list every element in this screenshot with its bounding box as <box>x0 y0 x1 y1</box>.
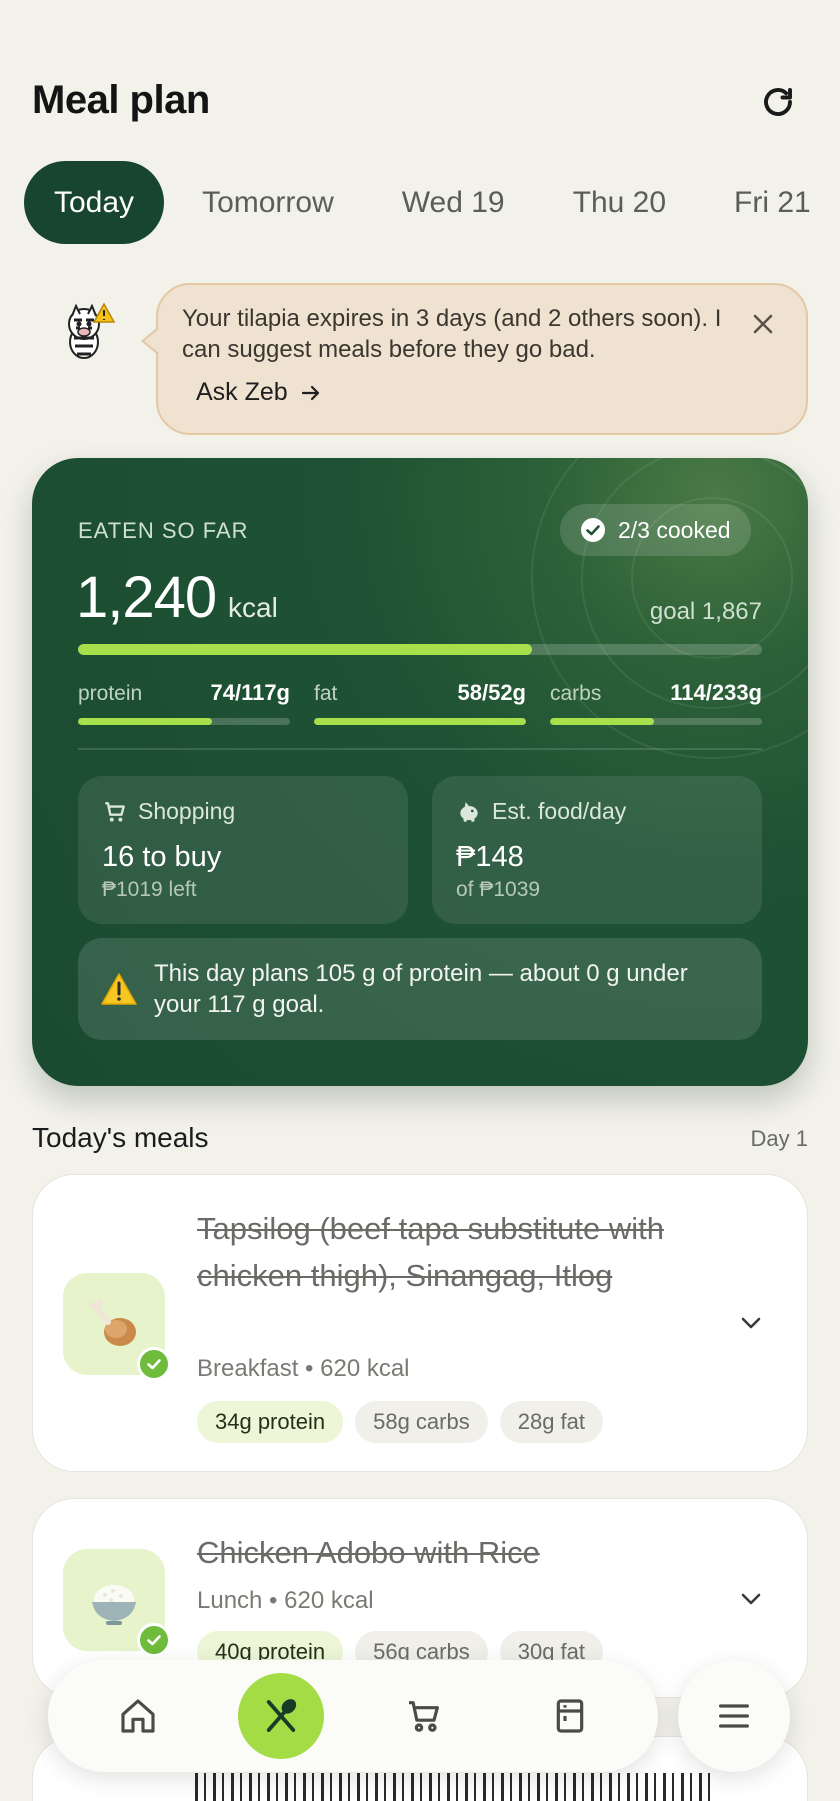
zebra-mascot-icon <box>54 298 126 370</box>
chicken-leg-icon <box>90 1299 136 1346</box>
day-tabs: Today Tomorrow Wed 19 Thu 20 Fri 21 <box>24 161 840 244</box>
alert-close-button[interactable] <box>746 307 780 341</box>
macro-name: protein <box>78 682 143 705</box>
protein-warning: This day plans 105 g of protein — about … <box>78 938 762 1040</box>
food-per-day-budget: of ₱1039 <box>456 878 541 901</box>
kcal-progress-fill <box>78 644 533 655</box>
ask-zeb-button[interactable]: Ask Zeb <box>196 378 726 407</box>
macro-progress-bar <box>78 718 290 725</box>
meal-title: Chicken Adobo with Rice <box>197 1535 540 1570</box>
pantry-icon <box>556 1699 584 1733</box>
macro-name: carbs <box>550 682 602 705</box>
cooked-label: 2/3 cooked <box>618 516 731 543</box>
cooked-status-badge: 2/3 cooked <box>560 504 751 556</box>
carbs-chip: 58g carbs <box>355 1401 488 1443</box>
nav-meals[interactable] <box>238 1673 324 1759</box>
meal-meta: Breakfast • 620 kcal <box>197 1355 410 1382</box>
cart-icon <box>105 801 125 822</box>
kcal-eaten-value: 1,240 <box>76 565 217 630</box>
kcal-progress-bar <box>78 644 762 655</box>
chevron-down-icon <box>741 1317 761 1329</box>
arrow-right-icon <box>301 385 319 400</box>
bottom-nav <box>48 1660 658 1772</box>
macro-value: 74/117g <box>210 680 290 705</box>
rice-bowl-icon <box>92 1585 136 1625</box>
expiry-alert: Your tilapia expires in 3 days (and 2 ot… <box>141 283 808 435</box>
check-circle-icon <box>581 518 605 542</box>
expand-button[interactable] <box>731 1303 771 1343</box>
divider <box>78 748 762 750</box>
nutrition-summary-card: EATEN SO FAR 2/3 cooked 1,240 kcal goal … <box>32 458 808 1086</box>
page-title: Meal plan <box>32 78 210 122</box>
macro-name: fat <box>314 682 338 705</box>
menu-button[interactable] <box>678 1660 790 1772</box>
meal-card-breakfast[interactable]: Tapsilog (beef tapa substitute with chic… <box>32 1174 808 1472</box>
protein-chip: 34g protein <box>197 1401 344 1443</box>
menu-icon <box>719 1704 749 1728</box>
macro-progress-fill <box>78 718 212 725</box>
macro-progress-fill <box>550 718 654 725</box>
macro-value: 58/52g <box>457 680 527 705</box>
macro-carbs: carbs 114/233g <box>550 680 762 725</box>
home-icon <box>121 1699 155 1733</box>
section-title: Today's meals <box>32 1122 209 1153</box>
cart-icon <box>409 1701 439 1732</box>
close-icon <box>753 314 773 334</box>
meal-title-partial <box>195 1773 715 1801</box>
alert-text: Your tilapia expires in 3 days (and 2 ot… <box>182 305 722 363</box>
tab-fri-21[interactable]: Fri 21 <box>704 161 840 244</box>
warning-icon <box>101 973 137 1005</box>
food-per-day-tile[interactable]: Est. food/day ₱148 of ₱1039 <box>432 776 762 924</box>
food-per-day-label: Est. food/day <box>492 798 627 824</box>
shopping-count: 16 to buy <box>102 841 222 873</box>
expand-button[interactable] <box>731 1579 771 1619</box>
eaten-so-far-label: EATEN SO FAR <box>78 518 249 543</box>
meal-title: Tapsilog (beef tapa substitute with chic… <box>197 1211 664 1293</box>
meal-meta: Lunch • 620 kcal <box>197 1587 374 1614</box>
meals-icon <box>266 1699 297 1732</box>
tab-thu-20[interactable]: Thu 20 <box>543 161 696 244</box>
tab-wed-19[interactable]: Wed 19 <box>372 161 535 244</box>
shopping-tile[interactable]: Shopping 16 to buy ₱1019 left <box>78 776 408 924</box>
macro-progress-bar <box>314 718 526 725</box>
nav-shopping[interactable] <box>390 1682 458 1750</box>
chevron-down-icon <box>741 1593 761 1605</box>
piggy-bank-icon <box>460 801 478 822</box>
macro-fat: fat 58/52g <box>314 680 526 725</box>
tab-today[interactable]: Today <box>24 161 165 244</box>
warning-text: This day plans 105 g of protein — about … <box>154 960 688 1018</box>
food-per-day-value: ₱148 <box>456 841 524 873</box>
done-check-icon <box>137 1347 171 1381</box>
macro-protein: protein 74/117g <box>78 680 290 725</box>
macro-value: 114/233g <box>670 680 762 705</box>
macro-progress-bar <box>550 718 762 725</box>
tab-tomorrow[interactable]: Tomorrow <box>172 161 364 244</box>
kcal-goal: goal 1,867 <box>649 598 762 625</box>
nav-home[interactable] <box>104 1682 172 1750</box>
macro-progress-fill <box>314 718 526 725</box>
meal-thumbnail <box>63 1549 171 1657</box>
fat-chip: 28g fat <box>499 1401 603 1443</box>
shopping-budget-left: ₱1019 left <box>102 878 197 901</box>
ask-zeb-label: Ask Zeb <box>196 378 288 406</box>
macro-chips: 34g protein 58g carbs 28g fat <box>197 1401 603 1443</box>
done-check-icon <box>137 1623 171 1657</box>
refresh-button[interactable] <box>752 80 804 124</box>
meal-thumbnail <box>63 1273 171 1381</box>
day-label: Day 1 <box>750 1126 808 1151</box>
refresh-icon <box>764 88 792 116</box>
kcal-unit: kcal <box>228 592 278 623</box>
nav-pantry[interactable] <box>536 1682 604 1750</box>
shopping-label: Shopping <box>138 798 236 824</box>
